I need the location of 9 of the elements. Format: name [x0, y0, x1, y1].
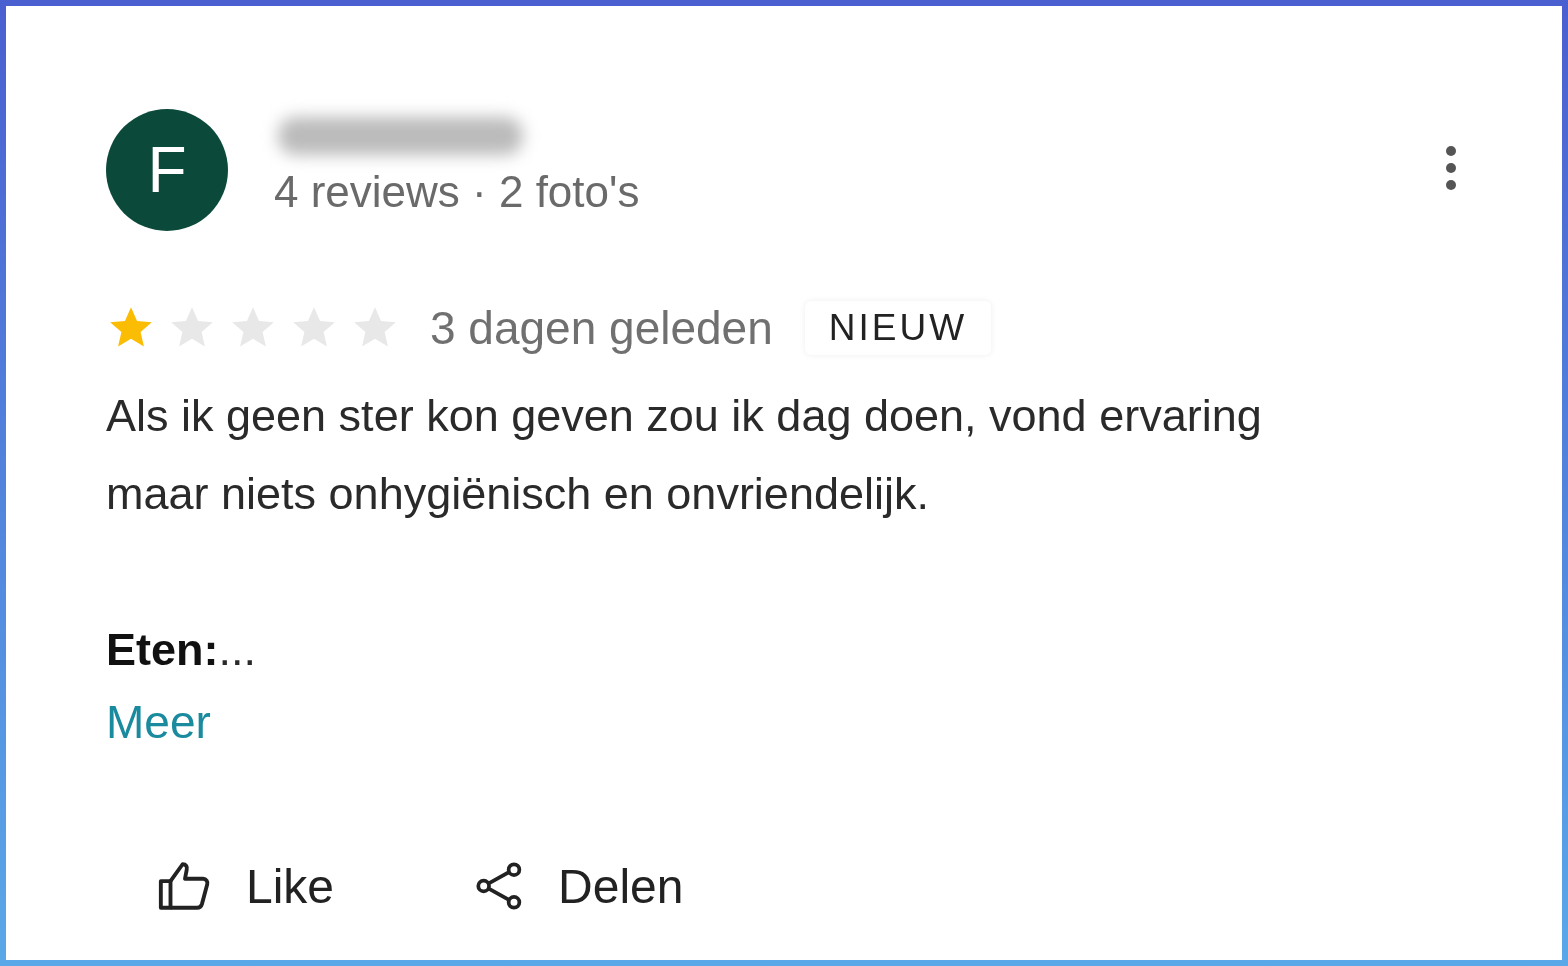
review-meta: 4 reviews · 2 foto's — [274, 167, 641, 217]
review-date: 3 dagen geleden — [430, 301, 773, 355]
review-text: Als ik geen ster kon geven zou ik dag doen, vond ervaring maar niets onhygiënisch en onvriendelijk. — [106, 389, 1263, 521]
review-text: Eten:... — [106, 623, 257, 677]
like-button[interactable]: Like — [154, 849, 335, 923]
new-badge: NIEUW — [804, 301, 992, 355]
avatar: F — [106, 109, 228, 231]
more-link[interactable]: Meer — [106, 695, 211, 749]
share-button[interactable]: Delen — [472, 849, 684, 923]
